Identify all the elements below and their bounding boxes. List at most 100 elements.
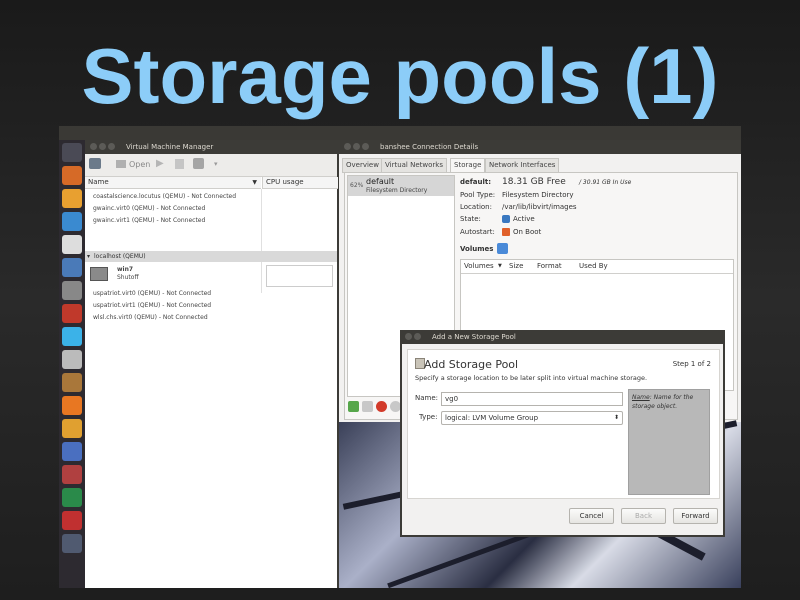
state-active-icon	[502, 215, 510, 223]
files-icon[interactable]	[62, 166, 82, 185]
shutdown-icon[interactable]	[193, 158, 204, 169]
screenshot: Virtual Machine Manager Open ▶ ▾ Name ▼ …	[59, 126, 741, 588]
tab-overview[interactable]: Overview	[342, 158, 383, 173]
autostart-checkbox[interactable]	[502, 228, 510, 236]
vmm-titlebar: Virtual Machine Manager	[85, 140, 337, 154]
slide-title: Storage pools (1)	[81, 32, 719, 120]
tab-network-interfaces[interactable]: Network Interfaces	[485, 158, 560, 173]
start-pool-icon[interactable]	[362, 401, 373, 412]
minimize-icon[interactable]	[353, 143, 360, 150]
pause-icon[interactable]	[175, 159, 184, 169]
refresh-icon[interactable]	[497, 243, 508, 254]
conn-titlebar: banshee Connection Details	[339, 140, 741, 154]
autostart-value: On Boot	[513, 228, 542, 236]
vmm-title: Virtual Machine Manager	[126, 143, 214, 151]
maximize-icon[interactable]	[362, 143, 369, 150]
col-name[interactable]: Name ▼	[85, 177, 261, 189]
game-icon[interactable]	[62, 373, 82, 392]
conn-title: banshee Connection Details	[380, 143, 479, 151]
run-icon[interactable]: ▶	[156, 159, 164, 169]
type-label: Type:	[419, 413, 438, 421]
list-item[interactable]: uspatriot.virt1 (QEMU) - Not Connected	[93, 302, 211, 309]
pidgin-icon[interactable]	[62, 235, 82, 254]
firefox-icon[interactable]	[62, 189, 82, 208]
chevron-down-icon[interactable]: ▾	[214, 160, 218, 168]
pool-name-label: default:	[460, 178, 492, 186]
step-indicator: Step 1 of 2	[672, 360, 711, 368]
state-value: Active	[513, 215, 535, 223]
remote-desktop-icon[interactable]	[62, 258, 82, 277]
open-button[interactable]: Open	[129, 160, 150, 169]
volumes-heading: Volumes	[460, 245, 494, 253]
list-item[interactable]: wlsl.chs.virt0 (QEMU) - Not Connected	[93, 314, 208, 321]
dialog-title: Add a New Storage Pool	[432, 333, 516, 341]
dialog-body: Add Storage Pool Step 1 of 2 Specify a s…	[402, 344, 723, 535]
col-size[interactable]: Size	[509, 261, 523, 272]
column-divider	[261, 189, 262, 293]
chrome-icon[interactable]	[62, 212, 82, 231]
vmm-toolbar: Open ▶ ▾	[85, 154, 337, 177]
vm-list[interactable]: Name ▼ CPU usage coastalscience.locutus …	[85, 177, 338, 588]
list-item[interactable]: gwainc.virt0 (QEMU) - Not Connected	[93, 205, 205, 212]
col-used-by[interactable]: Used By	[579, 261, 608, 272]
location-value: /var/lib/libvirt/images	[502, 203, 577, 211]
tab-virtual-networks[interactable]: Virtual Networks	[381, 158, 447, 173]
network-icon[interactable]	[62, 488, 82, 507]
top-panel	[59, 126, 741, 140]
localhost-row[interactable]: ▾ localhost (QEMU)	[85, 251, 337, 262]
text-editor-icon[interactable]	[62, 419, 82, 438]
col-cpu[interactable]: CPU usage	[262, 177, 338, 189]
launcher	[59, 140, 85, 588]
new-vm-icon[interactable]	[89, 158, 101, 169]
location-label: Location:	[460, 203, 492, 211]
vm-name[interactable]: win7	[117, 266, 133, 273]
presentation-icon[interactable]	[62, 304, 82, 323]
list-item[interactable]: uspatriot.virt0 (QEMU) - Not Connected	[93, 290, 211, 297]
header-divider	[461, 273, 733, 274]
pool-row-default[interactable]: 62% default Filesystem Directory	[348, 176, 454, 196]
back-button[interactable]: Back	[621, 508, 666, 524]
close-icon[interactable]	[90, 143, 97, 150]
list-item[interactable]: gwainc.virt1 (QEMU) - Not Connected	[93, 217, 205, 224]
stop-pool-icon[interactable]	[376, 401, 387, 412]
name-input[interactable]: vg0	[441, 392, 623, 406]
chat-icon[interactable]	[62, 327, 82, 346]
minimize-icon[interactable]	[99, 143, 106, 150]
dialog-description: Specify a storage location to be later s…	[415, 374, 648, 382]
col-volumes[interactable]: Volumes	[464, 261, 494, 272]
media-icon[interactable]	[62, 465, 82, 484]
open-icon	[116, 160, 126, 168]
name-label: Name:	[415, 394, 439, 402]
cpu-graph	[266, 265, 333, 287]
dialog-panel: Add Storage Pool Step 1 of 2 Specify a s…	[407, 349, 720, 499]
terminal-icon[interactable]	[62, 281, 82, 300]
vm-state: Shutoff	[117, 274, 139, 281]
minimize-icon[interactable]	[414, 333, 421, 340]
dialog-titlebar: Add a New Storage Pool	[400, 330, 725, 344]
expander-icon[interactable]: ▾	[87, 251, 90, 262]
workspace-icon[interactable]	[62, 534, 82, 553]
calculator-icon[interactable]	[62, 350, 82, 369]
close-icon[interactable]	[405, 333, 412, 340]
col-format[interactable]: Format	[537, 261, 562, 272]
cancel-button[interactable]: Cancel	[569, 508, 614, 524]
ubuntu-one-icon[interactable]	[62, 396, 82, 415]
close-icon[interactable]	[344, 143, 351, 150]
vm-monitor-icon	[90, 267, 108, 281]
forward-button[interactable]: Forward	[673, 508, 718, 524]
sort-icon: ▼	[252, 179, 257, 186]
sort-icon: ▼	[498, 263, 502, 269]
type-select[interactable]: logical: LVM Volume Group ⬍	[441, 411, 623, 425]
font-icon[interactable]	[62, 442, 82, 461]
software-center-icon[interactable]	[62, 511, 82, 530]
dialog-heading: Add Storage Pool	[424, 358, 519, 371]
tab-storage[interactable]: Storage	[450, 158, 486, 173]
list-item[interactable]: coastalscience.locutus (QEMU) - Not Conn…	[93, 193, 236, 200]
dash-icon[interactable]	[62, 143, 82, 162]
hint-box: Name: Name for the storage object.	[628, 389, 710, 495]
spinner-icon: ⬍	[613, 414, 619, 421]
add-pool-icon[interactable]	[348, 401, 359, 412]
autostart-label: Autostart:	[460, 228, 495, 236]
maximize-icon[interactable]	[108, 143, 115, 150]
pool-free: 18.31 GB Free	[502, 177, 566, 187]
